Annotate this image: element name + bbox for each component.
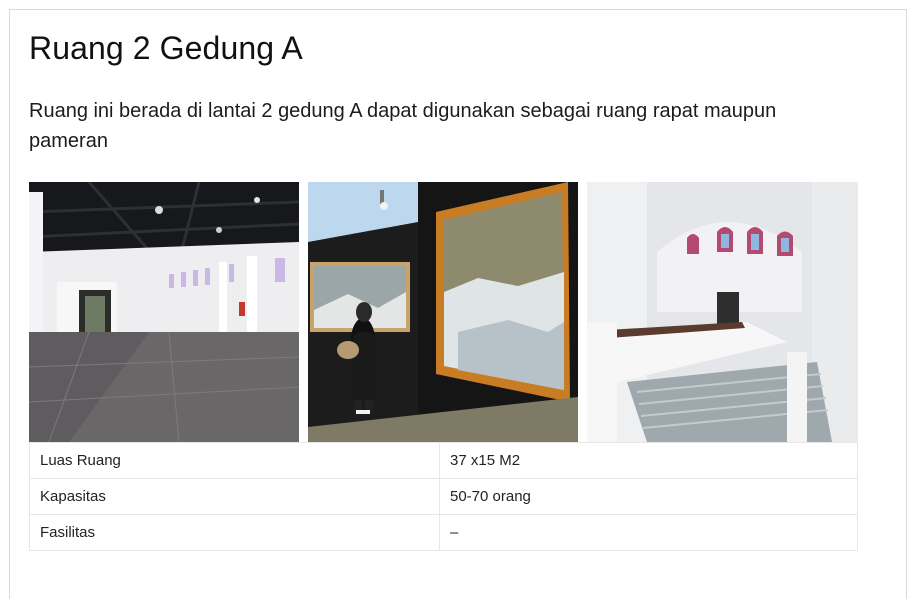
detail-value-capacity: 50-70 orang [439, 478, 858, 515]
photo-exhibition-image [308, 182, 578, 442]
photo-staircase-image [587, 182, 858, 442]
detail-value-facilities: – [439, 514, 858, 551]
detail-label-area: Luas Ruang [29, 442, 440, 479]
detail-label-capacity: Kapasitas [29, 478, 440, 515]
room-title: Ruang 2 Gedung A [29, 30, 303, 66]
photo-exhibition[interactable] [308, 182, 578, 442]
detail-value-area: 37 x15 M2 [439, 442, 858, 479]
photo-empty-hall[interactable] [29, 182, 299, 442]
table-row: Luas Ruang 37 x15 M2 [29, 442, 858, 479]
room-description: Ruang ini berada di lantai 2 gedung A da… [29, 100, 777, 152]
table-row: Kapasitas 50-70 orang [29, 478, 858, 515]
detail-label-facilities: Fasilitas [29, 514, 440, 551]
photo-gallery [29, 182, 859, 442]
room-details-table: Luas Ruang 37 x15 M2 Kapasitas 50-70 ora… [29, 442, 858, 551]
photo-empty-hall-image [29, 182, 299, 442]
photo-staircase[interactable] [587, 182, 858, 442]
table-row: Fasilitas – [29, 514, 858, 551]
